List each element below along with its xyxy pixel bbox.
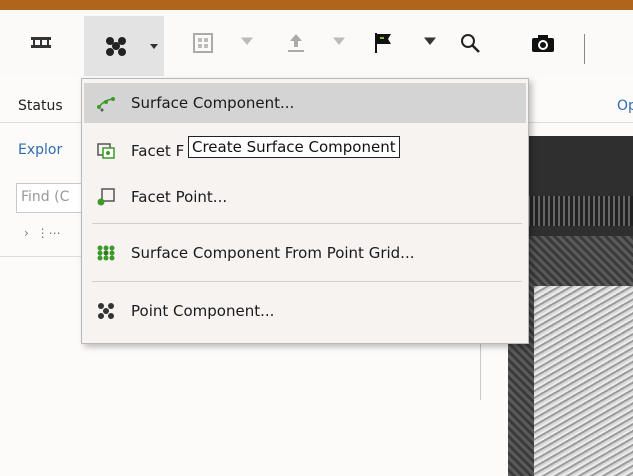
point-component-button[interactable] bbox=[84, 16, 164, 76]
chevron-down-icon bbox=[150, 44, 158, 49]
facet-point-icon bbox=[97, 188, 115, 206]
explorer-link[interactable]: Explor bbox=[18, 142, 62, 158]
status-tab[interactable]: Status bbox=[18, 98, 63, 114]
tree-expand-row[interactable]: › ⋮⋯ bbox=[24, 226, 61, 240]
point-grid-icon bbox=[97, 245, 115, 261]
grid-button[interactable] bbox=[188, 26, 218, 60]
explorer-panel: Status Explor Find (C › ⋮⋯ bbox=[0, 76, 98, 400]
chevron-right-icon: › bbox=[24, 226, 29, 240]
toolbar bbox=[0, 10, 633, 76]
menu-item-label: Facet F bbox=[131, 142, 185, 160]
surface-component-icon bbox=[97, 97, 115, 112]
upload-button[interactable] bbox=[282, 26, 310, 60]
chevron-down-icon[interactable] bbox=[424, 36, 436, 48]
flag-button[interactable] bbox=[368, 26, 398, 60]
menu-item-label: Surface Component From Point Grid... bbox=[131, 244, 415, 262]
panel-divider bbox=[0, 256, 82, 257]
facet-icon bbox=[97, 143, 115, 159]
tooltip: Create Surface Component bbox=[188, 136, 400, 158]
find-placeholder: Find (C bbox=[21, 189, 70, 205]
chevron-down-icon[interactable] bbox=[241, 36, 253, 48]
tree-node-icon: ⋮⋯ bbox=[36, 226, 61, 240]
chevron-down-icon[interactable] bbox=[333, 36, 345, 48]
ruler-measure-icon bbox=[31, 37, 51, 48]
point-component-icon bbox=[106, 37, 126, 56]
upload-arrow-icon bbox=[288, 34, 304, 52]
point-component-icon bbox=[98, 303, 114, 319]
component-dropdown-menu: Surface Component... Facet F Facet Point… bbox=[81, 78, 529, 344]
measure-button[interactable] bbox=[26, 26, 56, 60]
panel-divider bbox=[0, 122, 82, 123]
open-link[interactable]: Oper bbox=[617, 98, 633, 114]
search-icon bbox=[461, 34, 480, 53]
search-button[interactable] bbox=[455, 26, 485, 60]
menu-separator bbox=[92, 223, 522, 224]
menu-item-label: Point Component... bbox=[131, 302, 275, 320]
toolbar-separator bbox=[584, 34, 585, 64]
camera-icon bbox=[532, 35, 554, 52]
menu-separator bbox=[92, 281, 522, 282]
flag-icon bbox=[375, 33, 391, 53]
grid-box-icon bbox=[193, 33, 213, 53]
menu-item-point-component[interactable]: Point Component... bbox=[84, 291, 526, 331]
menu-item-facet-point[interactable]: Facet Point... bbox=[84, 177, 526, 217]
camera-button[interactable] bbox=[528, 26, 558, 60]
menu-item-label: Surface Component... bbox=[131, 94, 295, 112]
window-accent-bar bbox=[0, 0, 633, 10]
menu-item-surface-component[interactable]: Surface Component... bbox=[84, 83, 526, 123]
menu-item-label: Facet Point... bbox=[131, 188, 228, 206]
menu-item-point-grid[interactable]: Surface Component From Point Grid... bbox=[84, 233, 526, 273]
